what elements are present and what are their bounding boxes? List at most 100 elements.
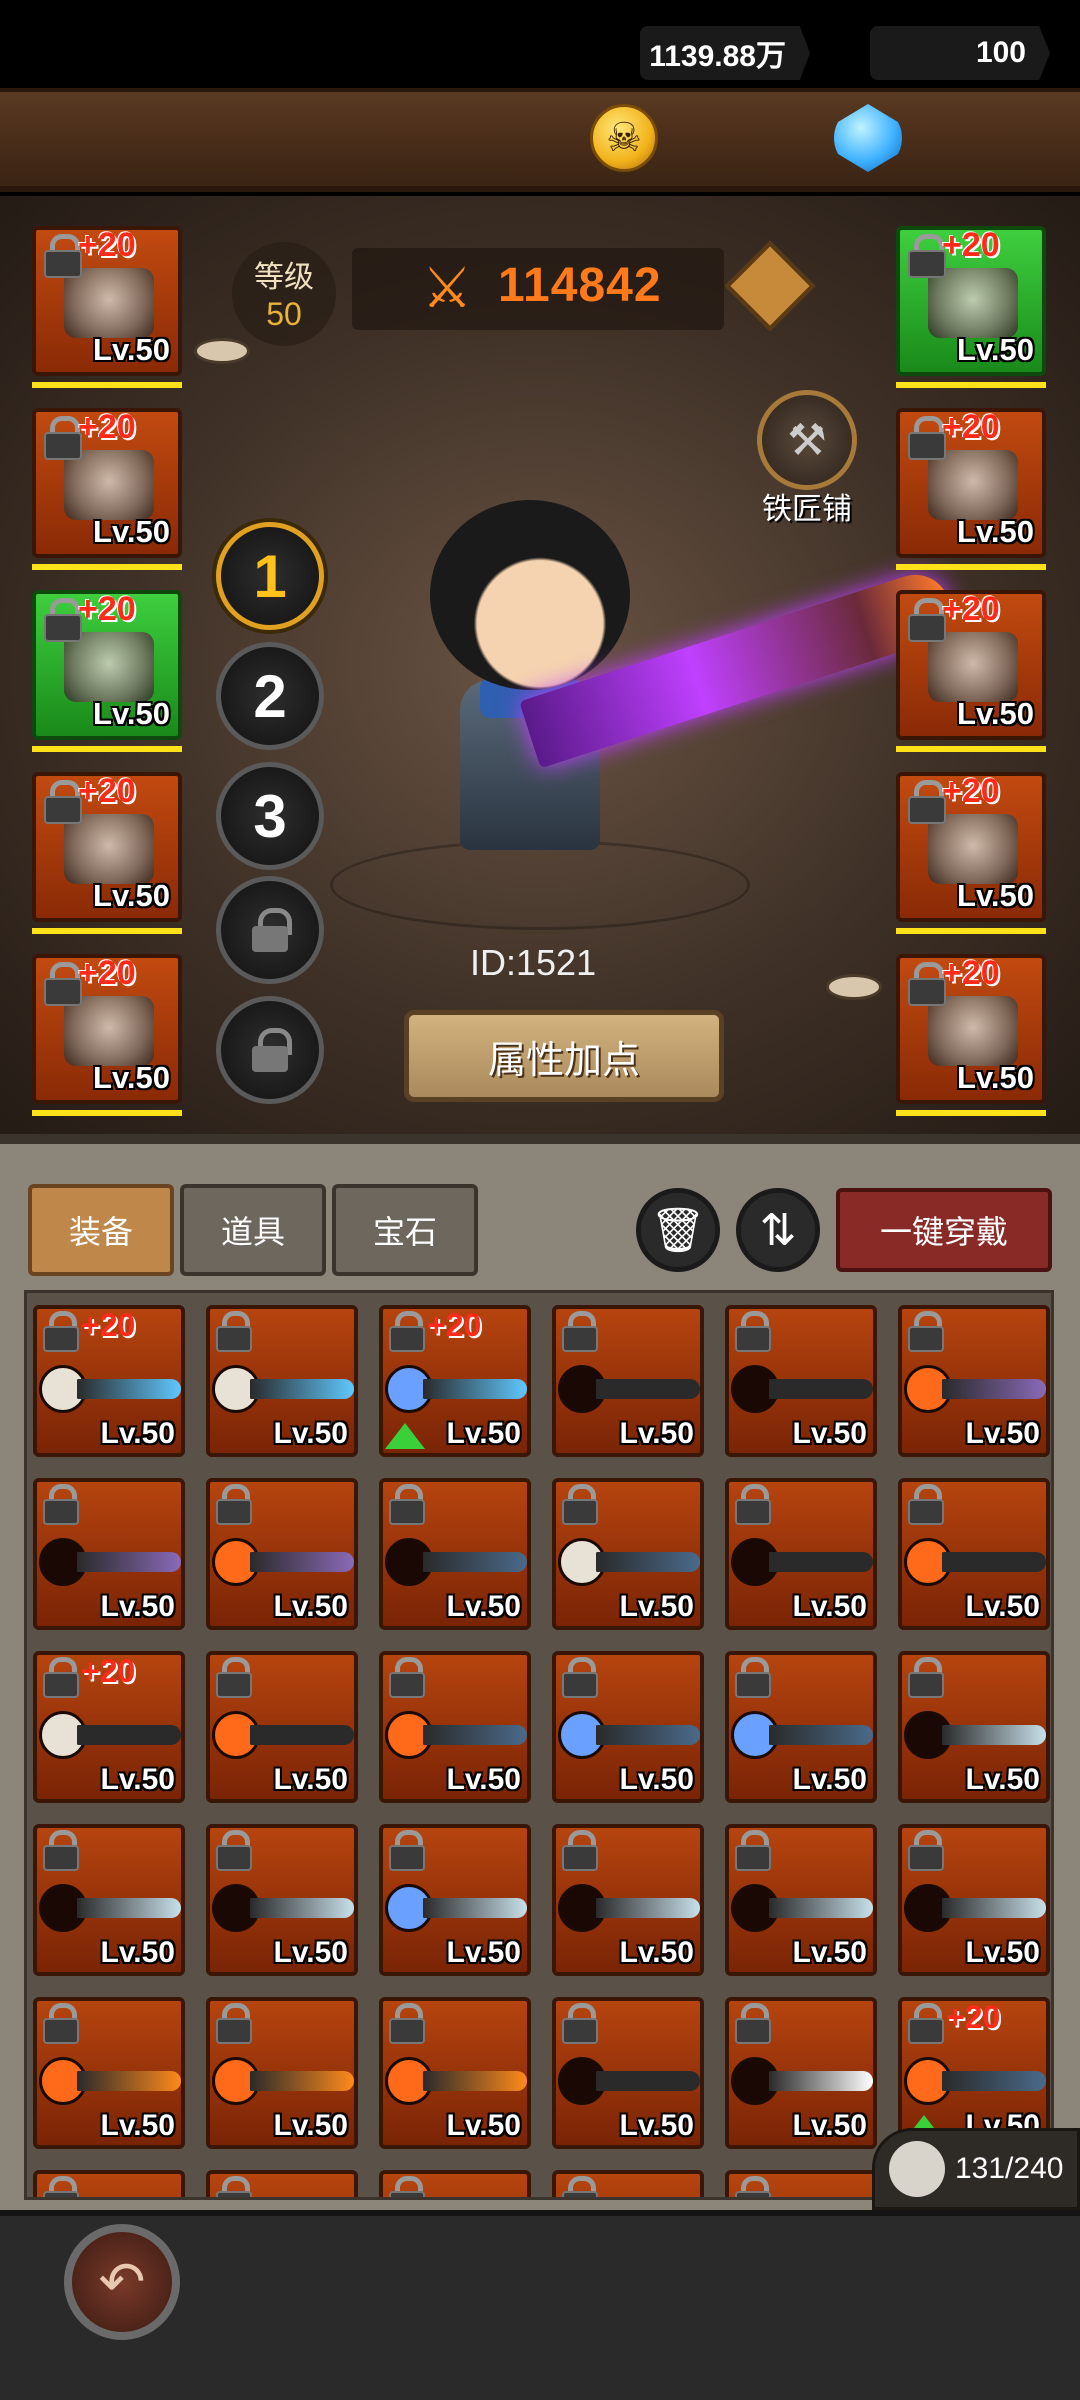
inventory-item[interactable]: Lv.50 [552,1651,704,1803]
inventory-item[interactable]: +20 Lv.50 [33,1305,185,1457]
inventory-item[interactable]: Lv.50 [33,1478,185,1630]
inventory-item[interactable]: Lv.50 [552,1997,704,2149]
preset-3-button[interactable]: 3 [216,762,324,870]
equipment-art [928,268,1018,338]
item-level: Lv.50 [792,1936,868,1969]
inventory-item[interactable]: Lv.50 [725,1997,877,2149]
bag-capacity[interactable]: 131/240 [872,2128,1080,2210]
item-level: Lv.50 [619,1417,695,1450]
equipment-slot[interactable]: +20 Lv.50 [896,226,1046,388]
inventory-item[interactable]: Lv.50 [206,1651,358,1803]
equipment-slot[interactable]: +20 Lv.50 [896,954,1046,1116]
attribute-points-button[interactable]: 属性加点 [404,1010,724,1102]
preset-2-button[interactable]: 2 [216,642,324,750]
lock-icon [906,234,946,278]
item-level: Lv.50 [619,1590,695,1623]
equipment-slot[interactable]: +20 Lv.50 [896,590,1046,752]
item-level: Lv.50 [93,1060,170,1095]
item-level: Lv.50 [957,1060,1034,1095]
enhance-level: +20 [942,954,1000,992]
inventory-item[interactable]: Lv.50 [206,1305,358,1457]
inventory-item[interactable]: Lv.50 [725,1824,877,1976]
sword-icon [250,1552,354,1572]
back-button[interactable]: ↶ [64,2224,180,2340]
gold-amount: 1139.88万 [649,40,786,73]
inventory-item[interactable]: Lv.50 [725,1651,877,1803]
preset-1-button[interactable]: 1 [216,522,324,630]
sword-icon [942,1379,1046,1399]
inventory-item[interactable] [552,2170,704,2197]
inventory-item[interactable]: Lv.50 [552,1305,704,1457]
inventory-grid[interactable]: +20 Lv.50 Lv.50 +20 Lv.50 Lv.50 Lv.50 Lv.50 Lv.5… [24,1290,1054,2200]
eye-icon[interactable] [826,974,882,1000]
preset-locked-button[interactable] [216,876,324,984]
item-level: Lv.50 [446,1763,522,1796]
inventory-item[interactable]: Lv.50 [898,1651,1050,1803]
inventory-item[interactable]: Lv.50 [206,1478,358,1630]
inventory-item[interactable] [379,2170,531,2197]
inventory-item[interactable]: Lv.50 [552,1824,704,1976]
inventory-item[interactable]: +20 Lv.50 [898,1997,1050,2149]
bag-capacity-text: 131/240 [955,2152,1064,2185]
inventory-item[interactable] [206,2170,358,2197]
equipment-slot[interactable]: +20 Lv.50 [32,408,182,570]
inventory-item[interactable]: Lv.50 [379,1997,531,2149]
inventory-item[interactable]: Lv.50 [898,1478,1050,1630]
lock-icon [387,1311,425,1352]
inventory-item[interactable]: Lv.50 [379,1824,531,1976]
inventory-item[interactable]: Lv.50 [206,1824,358,1976]
item-level: Lv.50 [965,1590,1041,1623]
equipment-slot[interactable]: +20 Lv.50 [32,954,182,1116]
equipment-slot[interactable]: +20 Lv.50 [896,408,1046,570]
sword-icon [942,1725,1046,1745]
sword-icon [596,1725,700,1745]
inventory-item[interactable]: Lv.50 [898,1824,1050,1976]
durability-bar [896,564,1046,570]
preset-locked-button[interactable] [216,996,324,1104]
lock-icon [41,1484,79,1525]
item-level: Lv.50 [100,1590,176,1623]
durability-bar [32,564,182,570]
gem-amount: 100 [975,36,1026,69]
item-level: Lv.50 [100,1417,176,1450]
inventory-item[interactable]: Lv.50 [725,1305,877,1457]
equipment-slot[interactable]: +20 Lv.50 [32,226,182,388]
equipment-art [64,450,154,520]
enhance-level: +20 [81,1307,136,1343]
equipment-slot[interactable]: +20 Lv.50 [32,772,182,934]
inventory-item[interactable]: Lv.50 [552,1478,704,1630]
inventory-item[interactable]: Lv.50 [33,1997,185,2149]
gem-display[interactable]: 100 [870,26,1050,80]
lock-icon [42,780,82,824]
trash-icon[interactable]: 🗑 [636,1188,720,1272]
inventory-item[interactable]: Lv.50 [379,1478,531,1630]
equipment-slot[interactable]: +20 Lv.50 [32,590,182,752]
inventory-item[interactable] [33,2170,185,2197]
lock-icon [387,2003,425,2044]
gold-display[interactable]: 1139.88万 [640,26,810,80]
inventory-item[interactable]: Lv.50 [379,1651,531,1803]
inventory-item[interactable]: +20 Lv.50 [379,1305,531,1457]
tab-equipment[interactable]: 装备 [28,1184,174,1276]
item-level: Lv.50 [957,878,1034,913]
tab-items[interactable]: 道具 [180,1184,326,1276]
sort-icon[interactable]: ⇅ [736,1188,820,1272]
lock-icon [906,598,946,642]
inventory-item[interactable]: +20 Lv.50 [33,1651,185,1803]
equip-all-button[interactable]: 一键穿戴 [836,1188,1052,1272]
eye-icon[interactable] [194,338,250,364]
anvil-icon: ⚒ [757,390,857,490]
tab-gems[interactable]: 宝石 [332,1184,478,1276]
inventory-item[interactable]: Lv.50 [725,1478,877,1630]
inventory-item[interactable]: Lv.50 [898,1305,1050,1457]
lock-icon [906,416,946,460]
lock-icon [906,1657,944,1698]
enhance-level: +20 [946,1999,1001,2035]
blacksmith-button[interactable]: ⚒ 铁匠铺 [752,390,862,528]
inventory-item[interactable] [725,2170,877,2197]
inventory-item[interactable]: Lv.50 [206,1997,358,2149]
item-level: Lv.50 [273,1936,349,1969]
inventory-item[interactable]: Lv.50 [33,1824,185,1976]
sword-icon [769,1552,873,1572]
equipment-slot[interactable]: +20 Lv.50 [896,772,1046,934]
